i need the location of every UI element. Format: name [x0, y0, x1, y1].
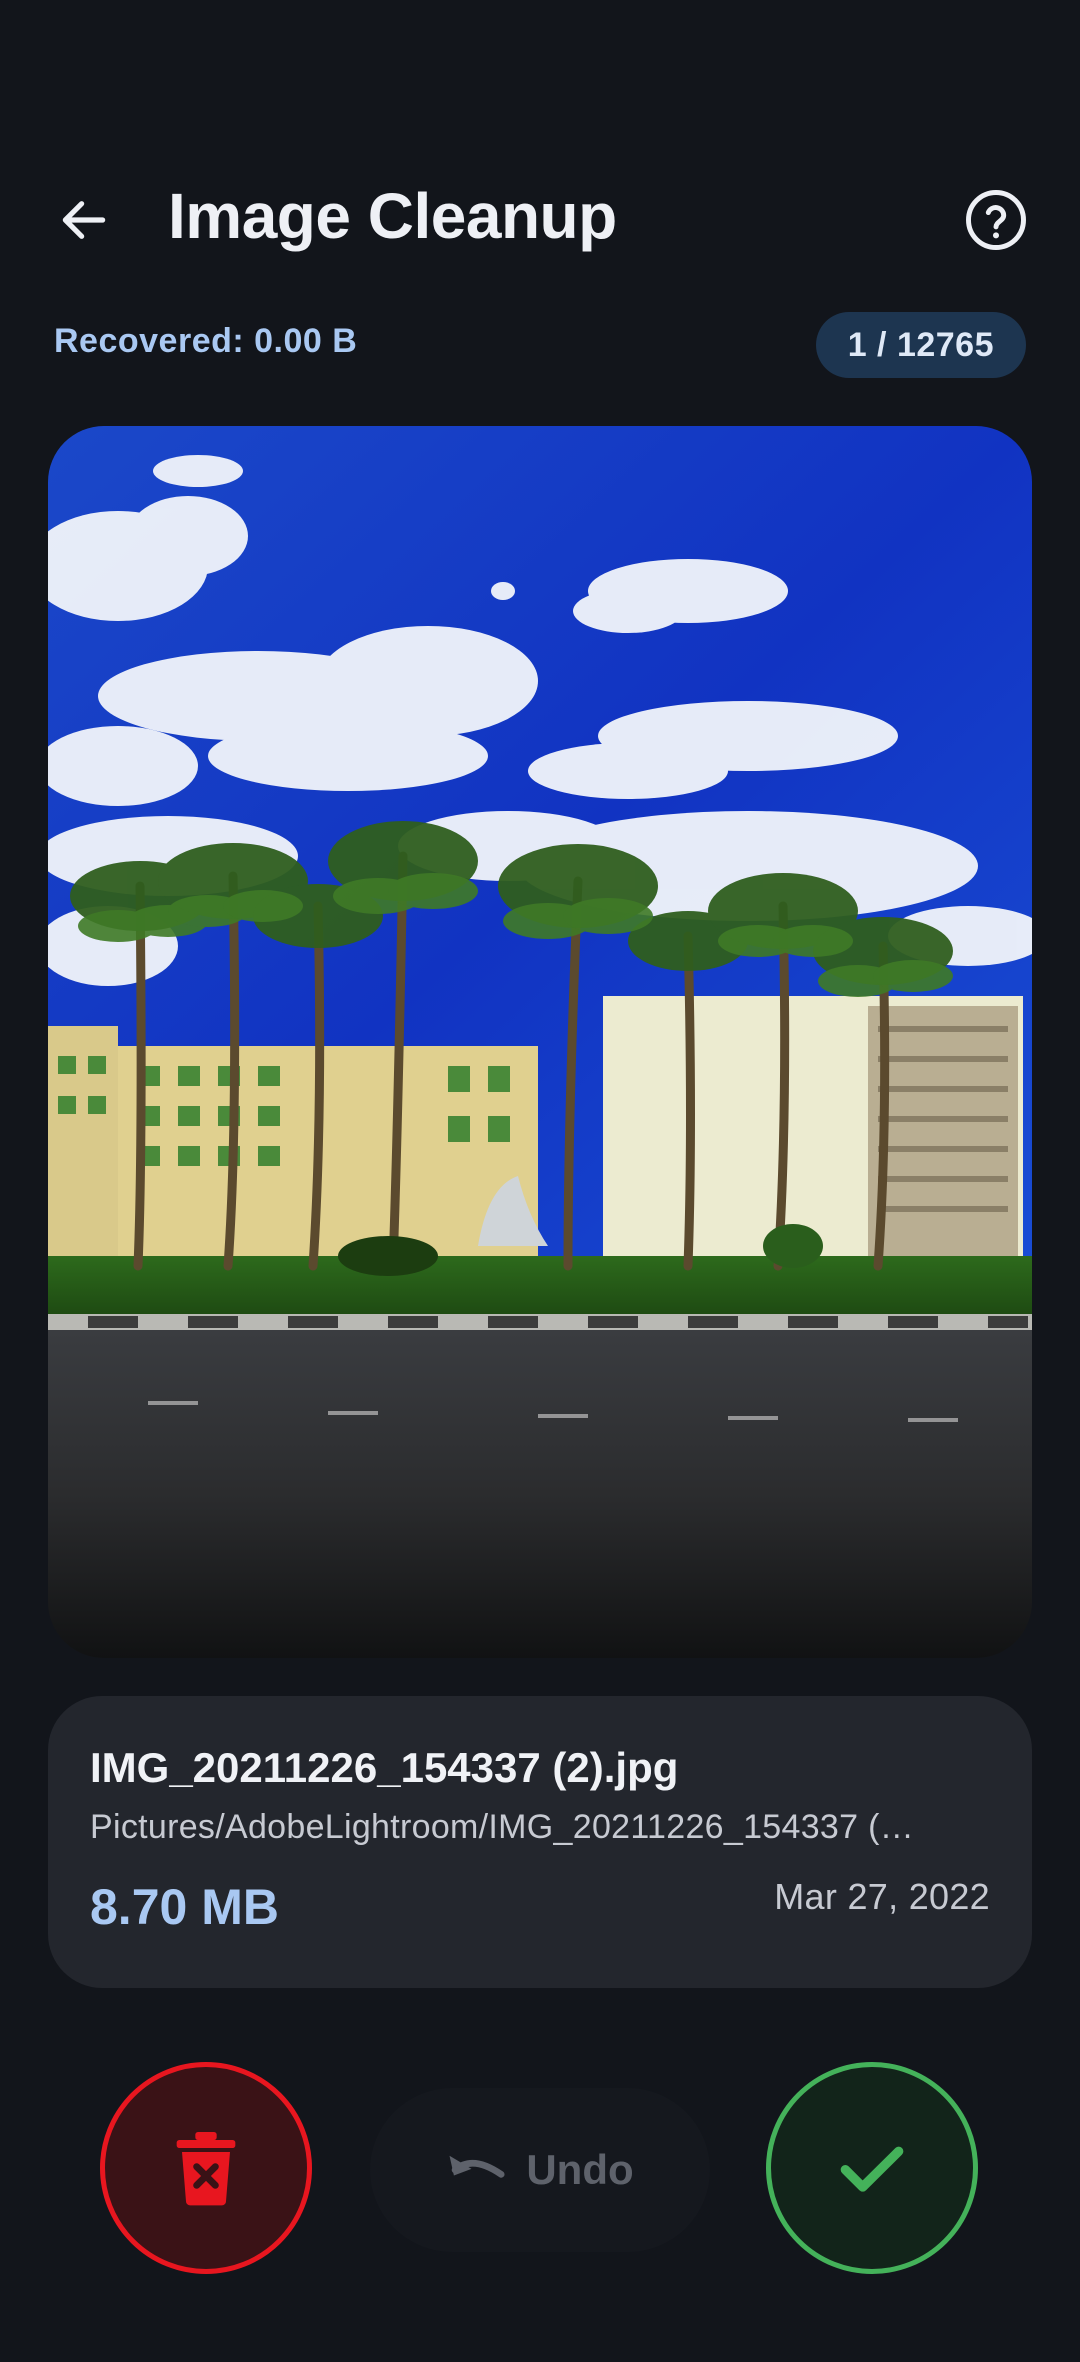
photo-preview: [48, 426, 1032, 1658]
recovered-size-label: Recovered: 0.00 B: [54, 322, 358, 360]
help-circle-icon: [966, 190, 1026, 250]
file-name: IMG_20211226_154337 (2).jpg: [90, 1744, 679, 1791]
image-preview[interactable]: [48, 426, 1032, 1658]
keep-button[interactable]: [766, 2062, 978, 2274]
undo-button[interactable]: Undo: [370, 2088, 710, 2252]
help-button[interactable]: [954, 178, 1038, 262]
page-title: Image Cleanup: [168, 180, 617, 252]
undo-arrow-icon: [449, 2155, 505, 2178]
checkmark-icon: [840, 2146, 904, 2192]
delete-button[interactable]: [100, 2062, 312, 2274]
back-button[interactable]: [42, 178, 126, 262]
trash-x-icon: [176, 2132, 236, 2206]
arrow-left-icon: [62, 201, 106, 239]
image-counter-badge: 1 / 12765: [815, 312, 1026, 378]
file-info-card: IMG_20211226_154337 (2).jpg Pictures/Ado…: [48, 1696, 1032, 1988]
top-app-bar: Image Cleanup: [0, 160, 1080, 270]
undo-label: Undo: [526, 2146, 634, 2193]
file-path: Pictures/AdobeLightroom/IMG_20211226_154…: [90, 1808, 915, 1846]
file-date: Mar 27, 2022: [774, 1876, 990, 1917]
image-cleanup-screen: Image Cleanup Recovered: 0.00 B 1 / 1276…: [0, 0, 1080, 2362]
file-size: 8.70 MB: [90, 1879, 279, 1935]
